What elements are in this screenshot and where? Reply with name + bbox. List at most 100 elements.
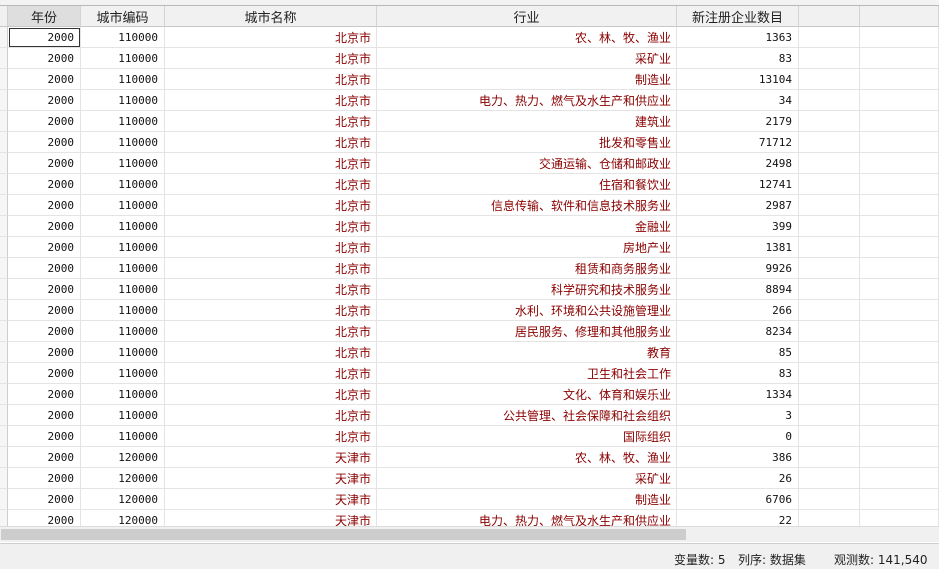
cell-city-code[interactable]: 110000 (81, 237, 165, 258)
column-header-city-code[interactable]: 城市编码 (81, 6, 165, 27)
cell-industry[interactable]: 采矿业 (377, 468, 677, 489)
table-row[interactable]: 2000 110000 北京市 租赁和商务服务业 9926 (0, 258, 939, 279)
empty-cell[interactable] (860, 237, 939, 258)
cell-city-name[interactable]: 北京市 (165, 195, 377, 216)
cell-city-name[interactable]: 天津市 (165, 468, 377, 489)
row-marker[interactable] (0, 384, 8, 405)
cell-year[interactable]: 2000 (8, 426, 81, 447)
cell-industry[interactable]: 电力、热力、燃气及水生产和供应业 (377, 510, 677, 526)
cell-new-firms[interactable]: 83 (677, 48, 799, 69)
empty-cell[interactable] (860, 468, 939, 489)
table-row[interactable]: 2000 110000 北京市 交通运输、仓储和邮政业 2498 (0, 153, 939, 174)
cell-city-code[interactable]: 110000 (81, 363, 165, 384)
table-row[interactable]: 2000 110000 北京市 国际组织 0 (0, 426, 939, 447)
row-marker[interactable] (0, 405, 8, 426)
empty-cell[interactable] (799, 69, 860, 90)
cell-new-firms[interactable]: 2498 (677, 153, 799, 174)
empty-cell[interactable] (860, 27, 939, 48)
table-row[interactable]: 2000 110000 北京市 教育 85 (0, 342, 939, 363)
cell-new-firms[interactable]: 1381 (677, 237, 799, 258)
empty-cell[interactable] (799, 384, 860, 405)
empty-cell[interactable] (860, 384, 939, 405)
row-marker[interactable] (0, 279, 8, 300)
empty-cell[interactable] (799, 510, 860, 526)
cell-year[interactable]: 2000 (8, 132, 81, 153)
empty-cell[interactable] (860, 342, 939, 363)
cell-new-firms[interactable]: 9926 (677, 258, 799, 279)
cell-year[interactable]: 2000 (8, 90, 81, 111)
empty-cell[interactable] (799, 342, 860, 363)
empty-cell[interactable] (860, 321, 939, 342)
row-marker[interactable] (0, 489, 8, 510)
cell-city-code[interactable]: 110000 (81, 384, 165, 405)
cell-city-name[interactable]: 北京市 (165, 48, 377, 69)
cell-industry[interactable]: 住宿和餐饮业 (377, 174, 677, 195)
cell-city-code[interactable]: 120000 (81, 510, 165, 526)
empty-cell[interactable] (799, 132, 860, 153)
cell-industry[interactable]: 农、林、牧、渔业 (377, 27, 677, 48)
cell-industry[interactable]: 农、林、牧、渔业 (377, 447, 677, 468)
table-row[interactable]: 2000 110000 北京市 公共管理、社会保障和社会组织 3 (0, 405, 939, 426)
row-marker[interactable] (0, 153, 8, 174)
cell-new-firms[interactable]: 12741 (677, 174, 799, 195)
cell-year[interactable]: 2000 (8, 279, 81, 300)
empty-cell[interactable] (799, 405, 860, 426)
cell-year[interactable]: 2000 (8, 174, 81, 195)
empty-cell[interactable] (860, 258, 939, 279)
row-marker[interactable] (0, 510, 8, 526)
cell-city-name[interactable]: 天津市 (165, 510, 377, 526)
table-row[interactable]: 2000 110000 北京市 居民服务、修理和其他服务业 8234 (0, 321, 939, 342)
table-row[interactable]: 2000 110000 北京市 制造业 13104 (0, 69, 939, 90)
empty-cell[interactable] (799, 300, 860, 321)
row-marker[interactable] (0, 174, 8, 195)
cell-city-code[interactable]: 110000 (81, 174, 165, 195)
cell-year[interactable]: 2000 (8, 27, 81, 48)
cell-new-firms[interactable]: 1363 (677, 27, 799, 48)
cell-city-code[interactable]: 110000 (81, 90, 165, 111)
row-marker[interactable] (0, 90, 8, 111)
table-row[interactable]: 2000 110000 北京市 批发和零售业 71712 (0, 132, 939, 153)
cell-city-code[interactable]: 110000 (81, 216, 165, 237)
cell-city-name[interactable]: 北京市 (165, 27, 377, 48)
cell-industry[interactable]: 制造业 (377, 489, 677, 510)
table-row[interactable]: 2000 110000 北京市 建筑业 2179 (0, 111, 939, 132)
empty-cell[interactable] (799, 468, 860, 489)
empty-cell[interactable] (860, 363, 939, 384)
cell-year[interactable]: 2000 (8, 69, 81, 90)
cell-industry[interactable]: 公共管理、社会保障和社会组织 (377, 405, 677, 426)
row-marker[interactable] (0, 321, 8, 342)
cell-city-name[interactable]: 北京市 (165, 342, 377, 363)
cell-city-name[interactable]: 北京市 (165, 216, 377, 237)
column-header-city-name[interactable]: 城市名称 (165, 6, 377, 27)
cell-city-name[interactable]: 北京市 (165, 69, 377, 90)
cell-city-name[interactable]: 北京市 (165, 279, 377, 300)
cell-city-code[interactable]: 110000 (81, 132, 165, 153)
cell-new-firms[interactable]: 34 (677, 90, 799, 111)
row-marker[interactable] (0, 48, 8, 69)
table-row[interactable]: 2000 120000 天津市 农、林、牧、渔业 386 (0, 447, 939, 468)
horizontal-scrollbar[interactable] (0, 526, 939, 542)
cell-city-code[interactable]: 110000 (81, 27, 165, 48)
empty-cell[interactable] (799, 27, 860, 48)
empty-cell[interactable] (799, 111, 860, 132)
table-row[interactable]: 2000 110000 北京市 信息传输、软件和信息技术服务业 2987 (0, 195, 939, 216)
cell-city-name[interactable]: 北京市 (165, 90, 377, 111)
table-row[interactable]: 2000 110000 北京市 文化、体育和娱乐业 1334 (0, 384, 939, 405)
cell-year[interactable]: 2000 (8, 342, 81, 363)
empty-cell[interactable] (799, 90, 860, 111)
cell-new-firms[interactable]: 386 (677, 447, 799, 468)
table-row[interactable]: 2000 120000 天津市 制造业 6706 (0, 489, 939, 510)
cell-new-firms[interactable]: 2987 (677, 195, 799, 216)
cell-year[interactable]: 2000 (8, 195, 81, 216)
cell-industry[interactable]: 卫生和社会工作 (377, 363, 677, 384)
cell-year[interactable]: 2000 (8, 237, 81, 258)
cell-industry[interactable]: 电力、热力、燃气及水生产和供应业 (377, 90, 677, 111)
empty-cell[interactable] (799, 237, 860, 258)
cell-industry[interactable]: 金融业 (377, 216, 677, 237)
empty-cell[interactable] (860, 426, 939, 447)
empty-cell[interactable] (799, 153, 860, 174)
table-row[interactable]: 2000 110000 北京市 采矿业 83 (0, 48, 939, 69)
data-grid[interactable]: 年份 城市编码 城市名称 行业 新注册企业数目 2000 110000 北京市 农、林… (0, 6, 939, 526)
cell-industry[interactable]: 制造业 (377, 69, 677, 90)
cell-new-firms[interactable]: 3 (677, 405, 799, 426)
